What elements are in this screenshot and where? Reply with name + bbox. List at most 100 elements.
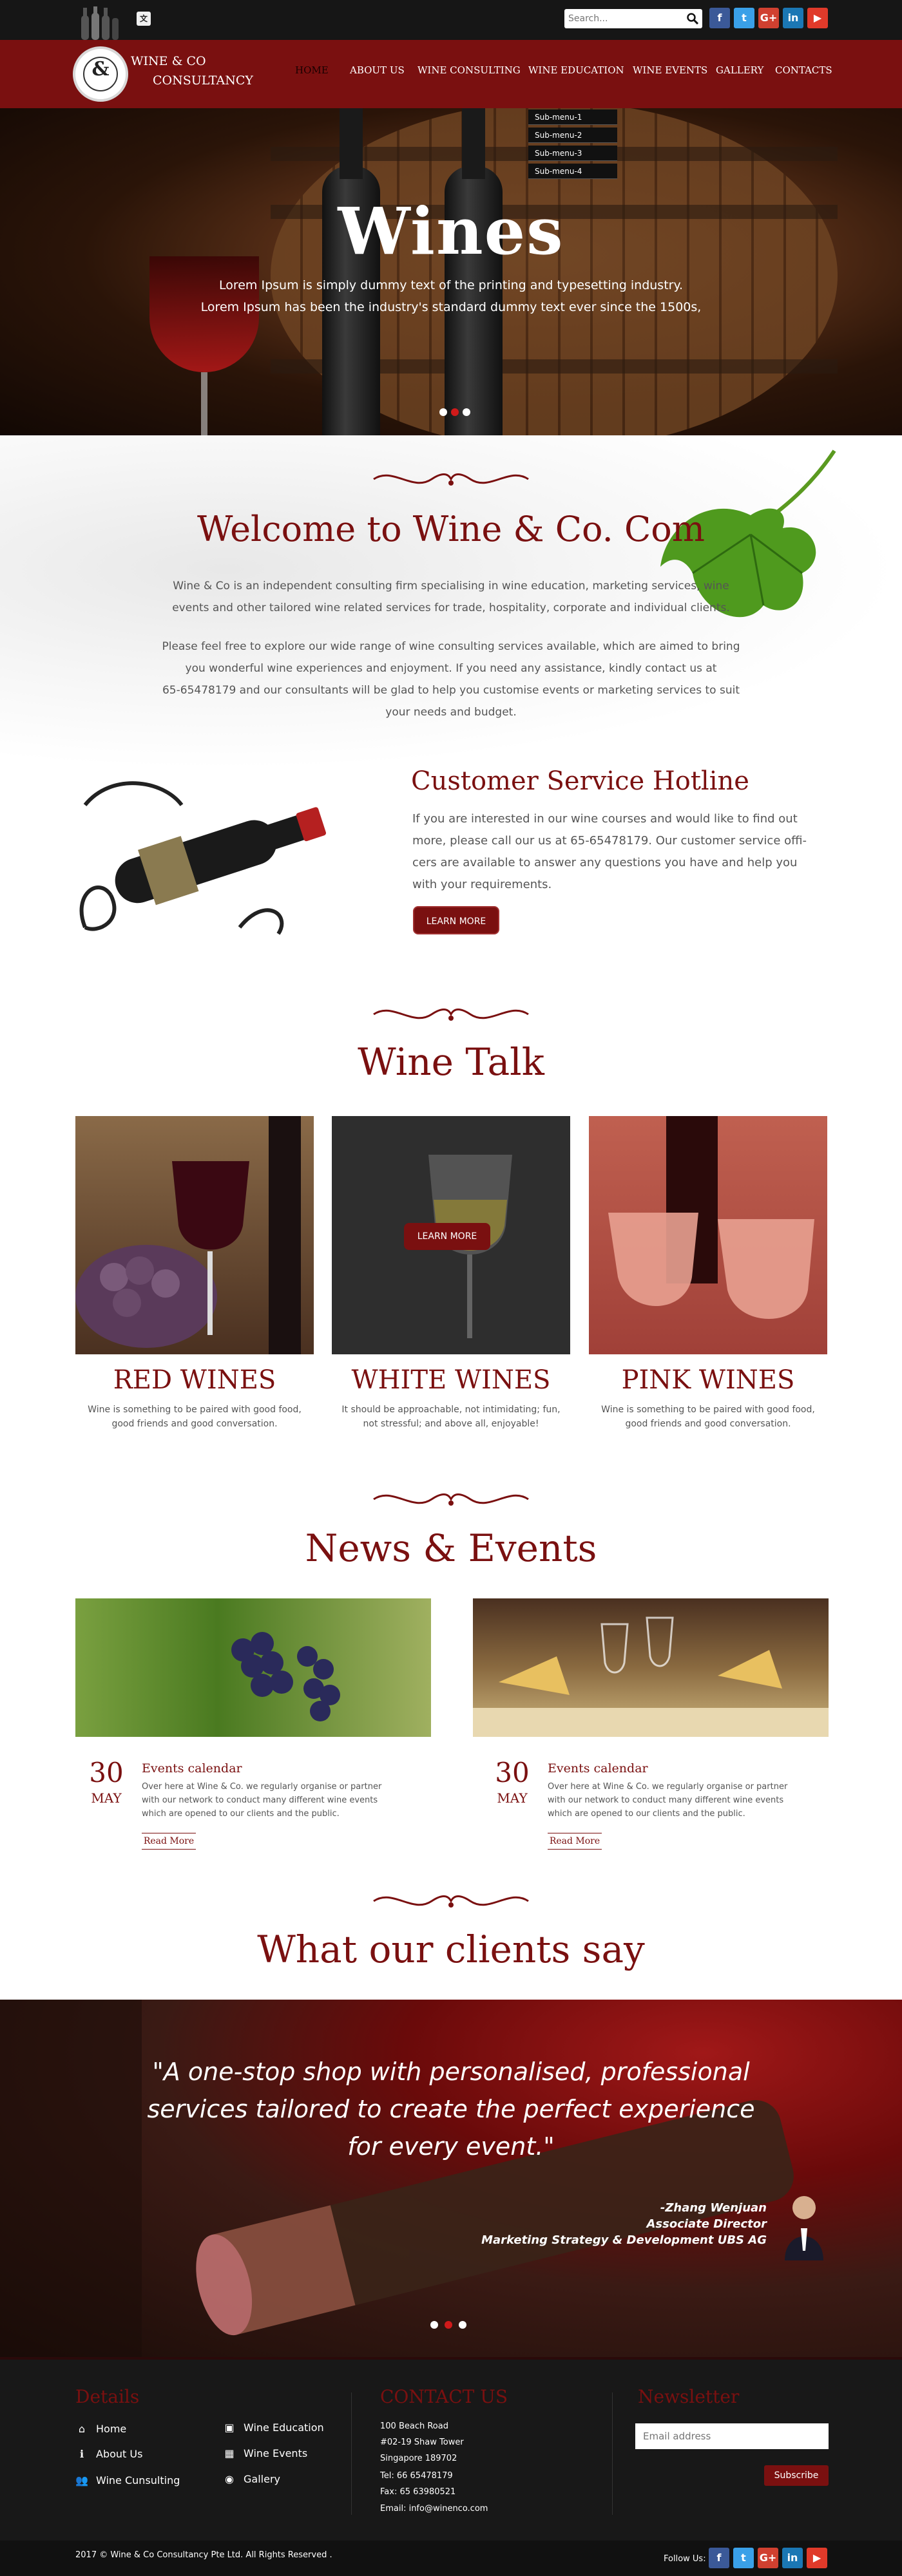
hotline-line: If you are interested in our wine course…: [412, 812, 798, 826]
footer-link-label: Wine Education: [244, 2421, 324, 2434]
quote-line: "A one-stop shop with personalised, prof…: [152, 2058, 750, 2086]
briefcase-icon: ▣: [224, 2421, 235, 2434]
footer-divider: [612, 2392, 613, 2515]
white-wine-image[interactable]: LEARN MORE: [332, 1116, 570, 1354]
footer-link-home[interactable]: ⌂ Home: [75, 2423, 126, 2435]
footer-link-wine-education[interactable]: ▣ Wine Education: [223, 2421, 324, 2434]
news-line: which are opened to our clients and the …: [548, 1809, 745, 1819]
footer-link-gallery[interactable]: ◉ Gallery: [223, 2473, 280, 2485]
google-plus-icon[interactable]: G+: [758, 2548, 778, 2568]
nav-wine-education[interactable]: WINE EDUCATION: [528, 64, 624, 76]
email-line[interactable]: Email: info@winenco.com: [380, 2504, 488, 2514]
linkedin-icon[interactable]: in: [783, 8, 803, 28]
pink-wines-desc: Wine is something to be paired with good…: [589, 1403, 827, 1431]
news-line: which are opened to our clients and the …: [142, 1809, 340, 1819]
address-line: 100 Beach Road: [380, 2421, 448, 2431]
news-heading[interactable]: Events calendar: [142, 1761, 242, 1776]
home-icon: ⌂: [78, 2423, 86, 2435]
nav-gallery[interactable]: GALLERY: [716, 64, 763, 76]
white-wines-desc: It should be approachable, not intimidat…: [332, 1403, 570, 1431]
wine-bottles-logo-icon: [81, 6, 119, 40]
testimonial-dot[interactable]: [459, 2321, 466, 2329]
search-input[interactable]: [568, 12, 678, 26]
slider-dot[interactable]: [463, 408, 470, 416]
submenu-dropdown: Sub-menu-1 Sub-menu-2 Sub-menu-3 Sub-men…: [528, 109, 617, 182]
submenu-item[interactable]: Sub-menu-3: [528, 146, 617, 161]
facebook-icon[interactable]: f: [709, 2548, 729, 2568]
nav-home[interactable]: HOME: [295, 64, 329, 76]
news-month: MAY: [91, 1790, 122, 1806]
twitter-icon[interactable]: t: [733, 2548, 754, 2568]
submenu-item[interactable]: Sub-menu-4: [528, 164, 617, 179]
footer-divider: [351, 2392, 352, 2515]
testimonial-company: Marketing Strategy & Development UBS AG: [481, 2233, 767, 2247]
clients-title: What our clients say: [257, 1927, 645, 1971]
flourish-divider: [373, 1493, 529, 1506]
footer-link-label: Wine Events: [244, 2447, 308, 2459]
nav-wine-consulting[interactable]: WINE CONSULTING: [417, 64, 521, 76]
quote-line: for every event.": [347, 2132, 555, 2161]
nav-contacts[interactable]: CONTACTS: [775, 64, 832, 76]
youtube-icon[interactable]: ▶: [807, 2548, 827, 2568]
red-wines-title[interactable]: RED WINES: [75, 1365, 314, 1395]
grapes-vineyard-image[interactable]: [75, 1598, 431, 1737]
news-events-title: News & Events: [305, 1526, 597, 1570]
news-day: 30: [89, 1757, 124, 1788]
pink-wine-image[interactable]: [589, 1116, 827, 1354]
welcome-paragraph: 65-65478179 and our consultants will be …: [162, 684, 740, 697]
search-icon[interactable]: [687, 13, 698, 24]
facebook-icon[interactable]: f: [709, 8, 730, 28]
testimonial-dot[interactable]: [430, 2321, 438, 2329]
footer-link-wine-consulting[interactable]: 👥 Wine Cunsulting: [75, 2474, 180, 2486]
footer-link-label: Wine Cunsulting: [96, 2474, 180, 2486]
read-more-link[interactable]: Read More: [548, 1833, 602, 1850]
news-line: Over here at Wine & Co. we regularly org…: [548, 1782, 788, 1792]
brand-subtitle[interactable]: CONSULTANCY: [153, 73, 253, 88]
pink-wines-title[interactable]: PINK WINES: [589, 1365, 827, 1395]
news-line: with our network to conduct many differe…: [142, 1795, 378, 1805]
newsletter-email-input[interactable]: [635, 2423, 829, 2449]
nav-about-us[interactable]: ABOUT US: [350, 64, 405, 76]
desc-line: Wine is something to be paired with good…: [601, 1405, 815, 1415]
footer-link-about-us[interactable]: ℹ About Us: [75, 2448, 142, 2460]
wine-talk-learn-more-button[interactable]: LEARN MORE: [404, 1223, 490, 1250]
testimonial-dot-active[interactable]: [445, 2321, 452, 2329]
linkedin-icon[interactable]: in: [782, 2548, 803, 2568]
welcome-paragraph: your needs and budget.: [385, 706, 517, 719]
hero-slider: [0, 108, 902, 435]
google-plus-icon[interactable]: G+: [758, 8, 779, 28]
twitter-icon[interactable]: t: [734, 8, 754, 28]
news-day: 30: [495, 1757, 530, 1788]
translate-icon[interactable]: 文: [137, 12, 151, 26]
fax-line: Fax: 65 63980521: [380, 2487, 456, 2497]
dining-table-image[interactable]: [473, 1598, 829, 1737]
learn-more-button[interactable]: LEARN MORE: [413, 906, 499, 934]
footer-link-label: Gallery: [244, 2473, 280, 2485]
testimonial-author: -Zhang Wenjuan: [660, 2201, 767, 2215]
white-wines-title[interactable]: WHITE WINES: [332, 1365, 570, 1395]
calendar-icon: ▦: [224, 2447, 235, 2459]
submenu-item[interactable]: Sub-menu-1: [528, 109, 617, 125]
red-wine-image[interactable]: [75, 1116, 314, 1354]
testimonial-role: Associate Director: [646, 2217, 767, 2231]
desc-line: good friends and good conversation.: [625, 1419, 791, 1429]
news-line: Over here at Wine & Co. we regularly org…: [142, 1782, 382, 1792]
wine-talk-title: Wine Talk: [358, 1040, 544, 1084]
logo[interactable]: &: [73, 46, 128, 102]
address-line: #02-19 Shaw Tower: [380, 2438, 464, 2447]
camera-icon: ◉: [225, 2473, 234, 2485]
read-more-link[interactable]: Read More: [142, 1833, 196, 1850]
submenu-item[interactable]: Sub-menu-2: [528, 128, 617, 143]
footer-details-title: Details: [75, 2386, 140, 2407]
hotline-title: Customer Service Hotline: [411, 766, 749, 796]
footer-link-wine-events[interactable]: ▦ Wine Events: [223, 2447, 307, 2459]
news-heading[interactable]: Events calendar: [548, 1761, 648, 1776]
youtube-icon[interactable]: ▶: [807, 8, 828, 28]
copyright: 2017 © Wine & Co Consultancy Pte Ltd. Al…: [75, 2550, 332, 2560]
slider-dot-active[interactable]: [451, 408, 459, 416]
nav-wine-events[interactable]: WINE EVENTS: [633, 64, 707, 76]
brand-name[interactable]: WINE & CO: [131, 54, 206, 68]
slider-dot[interactable]: [439, 408, 447, 416]
subscribe-button[interactable]: Subscribe: [764, 2465, 829, 2486]
news-text: Over here at Wine & Co. we regularly org…: [142, 1780, 399, 1821]
